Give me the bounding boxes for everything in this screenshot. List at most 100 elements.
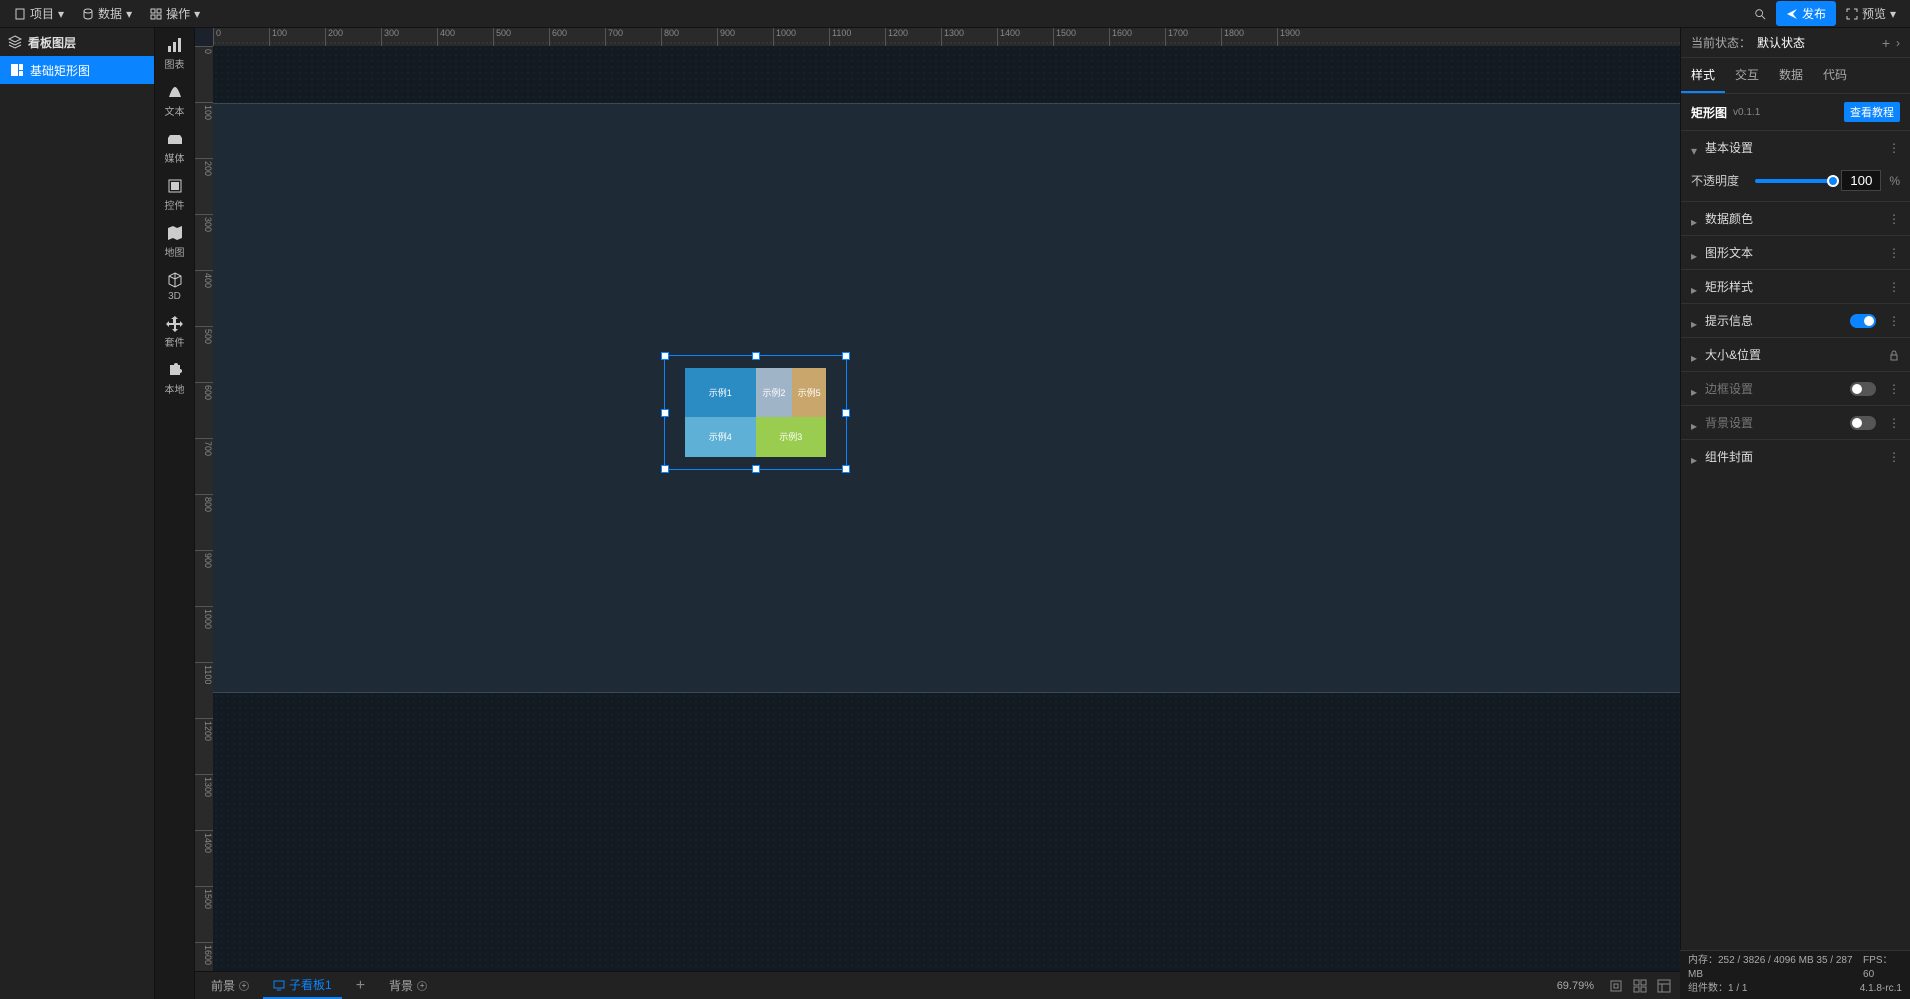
component-version: v0.1.1	[1733, 107, 1760, 118]
section-datacolor-header[interactable]: 数据颜色 ⋮	[1681, 202, 1910, 235]
section-bg: 背景设置 ⋮	[1681, 405, 1910, 439]
more-icon[interactable]: ⋮	[1888, 382, 1900, 396]
more-icon[interactable]: ⋮	[1888, 246, 1900, 260]
resize-handle-mr[interactable]	[842, 409, 850, 417]
resize-handle-bm[interactable]	[752, 465, 760, 473]
tutorial-link[interactable]: 查看教程	[1844, 102, 1900, 122]
layers-header[interactable]: 看板图层	[0, 28, 154, 56]
preview-menu[interactable]: 预览 ▾	[1838, 1, 1904, 26]
project-menu[interactable]: 项目 ▾	[6, 1, 72, 26]
section-shapetext-header[interactable]: 图形文本 ⋮	[1681, 236, 1910, 269]
treemap-cell-2: 示例2	[756, 368, 793, 417]
opacity-label: 不透明度	[1691, 172, 1747, 189]
section-shapetext: 图形文本 ⋮	[1681, 235, 1910, 269]
palette-text-label: 文本	[165, 103, 185, 118]
section-basic-title: 基本设置	[1705, 139, 1882, 156]
section-tooltip-header[interactable]: 提示信息 ⋮	[1681, 304, 1910, 337]
fit-icon[interactable]	[1608, 978, 1624, 994]
treemap-cell-4: 示例4	[685, 417, 756, 457]
resize-handle-bl[interactable]	[661, 465, 669, 473]
palette-3d[interactable]: 3D	[166, 271, 184, 302]
ops-menu[interactable]: 操作 ▾	[142, 1, 208, 26]
tab-style[interactable]: 样式	[1681, 58, 1725, 93]
count-label: 组件数：	[1688, 983, 1728, 994]
data-menu[interactable]: 数据 ▾	[74, 1, 140, 26]
tab-background[interactable]: 背景 +	[379, 973, 437, 998]
resize-handle-tm[interactable]	[752, 352, 760, 360]
grid-toggle-icon[interactable]	[1632, 978, 1648, 994]
artboard[interactable]	[213, 103, 1680, 693]
selection-box[interactable]: 示例1 示例2 示例5 示例4 示例3	[664, 355, 847, 470]
caret-right-icon	[1691, 351, 1699, 359]
expand-icon	[1846, 8, 1858, 20]
opacity-slider[interactable]	[1755, 179, 1833, 183]
tab-interact[interactable]: 交互	[1725, 58, 1769, 93]
topbar-left: 项目 ▾ 数据 ▾ 操作 ▾	[6, 1, 208, 26]
version-label: 4.1.8-rc.1	[1860, 982, 1902, 996]
top-toolbar: 项目 ▾ 数据 ▾ 操作 ▾ 发布 预览 ▾	[0, 0, 1910, 28]
chart-icon	[166, 36, 184, 54]
section-border-header[interactable]: 边框设置 ⋮	[1681, 372, 1910, 405]
palette-chart[interactable]: 图表	[165, 36, 185, 71]
plus-icon[interactable]: +	[417, 981, 427, 991]
more-icon[interactable]: ⋮	[1888, 212, 1900, 226]
more-icon[interactable]: ⋮	[1888, 280, 1900, 294]
palette-local[interactable]: 本地	[165, 361, 185, 396]
tab-foreground[interactable]: 前景 +	[201, 973, 259, 998]
add-state-button[interactable]: +	[1882, 35, 1890, 51]
canvas-bottom-bar: 前景 + 子看板1 + 背景 + 69.79%	[195, 971, 1680, 999]
canvas-viewport[interactable]: 示例1 示例2 示例5 示例4 示例3	[213, 46, 1680, 971]
palette-map[interactable]: 地图	[165, 224, 185, 259]
zoom-level[interactable]: 69.79%	[1557, 980, 1594, 992]
chevron-down-icon: ▾	[1890, 7, 1896, 21]
caret-right-icon	[1691, 453, 1699, 461]
palette-media[interactable]: 媒体	[165, 130, 185, 165]
border-toggle[interactable]	[1850, 382, 1876, 396]
section-basic-header[interactable]: 基本设置 ⋮	[1681, 131, 1910, 164]
resize-handle-tr[interactable]	[842, 352, 850, 360]
status-bar: 内存：252 / 3826 / 4096 MB 35 / 287 MB FPS：…	[1680, 950, 1910, 999]
section-bg-header[interactable]: 背景设置 ⋮	[1681, 406, 1910, 439]
tab-code[interactable]: 代码	[1813, 58, 1857, 93]
resize-handle-ml[interactable]	[661, 409, 669, 417]
palette-control[interactable]: 控件	[165, 177, 185, 212]
publish-button[interactable]: 发布	[1776, 1, 1836, 26]
section-shapetext-title: 图形文本	[1705, 244, 1882, 261]
palette-kit[interactable]: 套件	[165, 314, 185, 349]
layer-item-rect[interactable]: 基础矩形图	[0, 56, 154, 84]
search-button[interactable]	[1746, 4, 1774, 24]
caret-right-icon	[1691, 249, 1699, 257]
layer-label: 基础矩形图	[30, 62, 90, 79]
palette-text[interactable]: 文本	[165, 83, 185, 118]
plus-icon[interactable]: +	[239, 981, 249, 991]
section-cover-header[interactable]: 组件封面 ⋮	[1681, 440, 1910, 473]
resize-handle-br[interactable]	[842, 465, 850, 473]
treemap-cell-3: 示例3	[756, 417, 827, 457]
bg-toggle[interactable]	[1850, 416, 1876, 430]
ops-label: 操作	[166, 5, 190, 22]
opacity-input[interactable]	[1841, 170, 1881, 191]
tooltip-toggle[interactable]	[1850, 314, 1876, 328]
chevron-right-icon[interactable]: ›	[1896, 36, 1900, 50]
slider-knob[interactable]	[1827, 175, 1839, 187]
tab-add[interactable]: +	[346, 973, 375, 999]
caret-down-icon	[1691, 144, 1699, 152]
chevron-down-icon: ▾	[194, 7, 200, 21]
more-icon[interactable]: ⋮	[1888, 141, 1900, 155]
section-sizepos-header[interactable]: 大小&位置	[1681, 338, 1910, 371]
resize-handle-tl[interactable]	[661, 352, 669, 360]
tab-data[interactable]: 数据	[1769, 58, 1813, 93]
layout-icon[interactable]	[1656, 978, 1672, 994]
topbar-right: 发布 预览 ▾	[1746, 1, 1904, 26]
more-icon[interactable]: ⋮	[1888, 416, 1900, 430]
caret-right-icon	[1691, 283, 1699, 291]
layers-title: 看板图层	[28, 34, 76, 51]
lock-icon[interactable]	[1888, 349, 1900, 361]
section-rectstyle-header[interactable]: 矩形样式 ⋮	[1681, 270, 1910, 303]
inspector-panel: 当前状态： 默认状态 + › 样式 交互 数据 代码 矩形图 v0.1.1 查看…	[1680, 28, 1910, 999]
more-icon[interactable]: ⋮	[1888, 450, 1900, 464]
chevron-down-icon: ▾	[126, 7, 132, 21]
more-icon[interactable]: ⋮	[1888, 314, 1900, 328]
tab-subboard[interactable]: 子看板1	[263, 972, 342, 999]
state-value[interactable]: 默认状态	[1757, 34, 1876, 51]
